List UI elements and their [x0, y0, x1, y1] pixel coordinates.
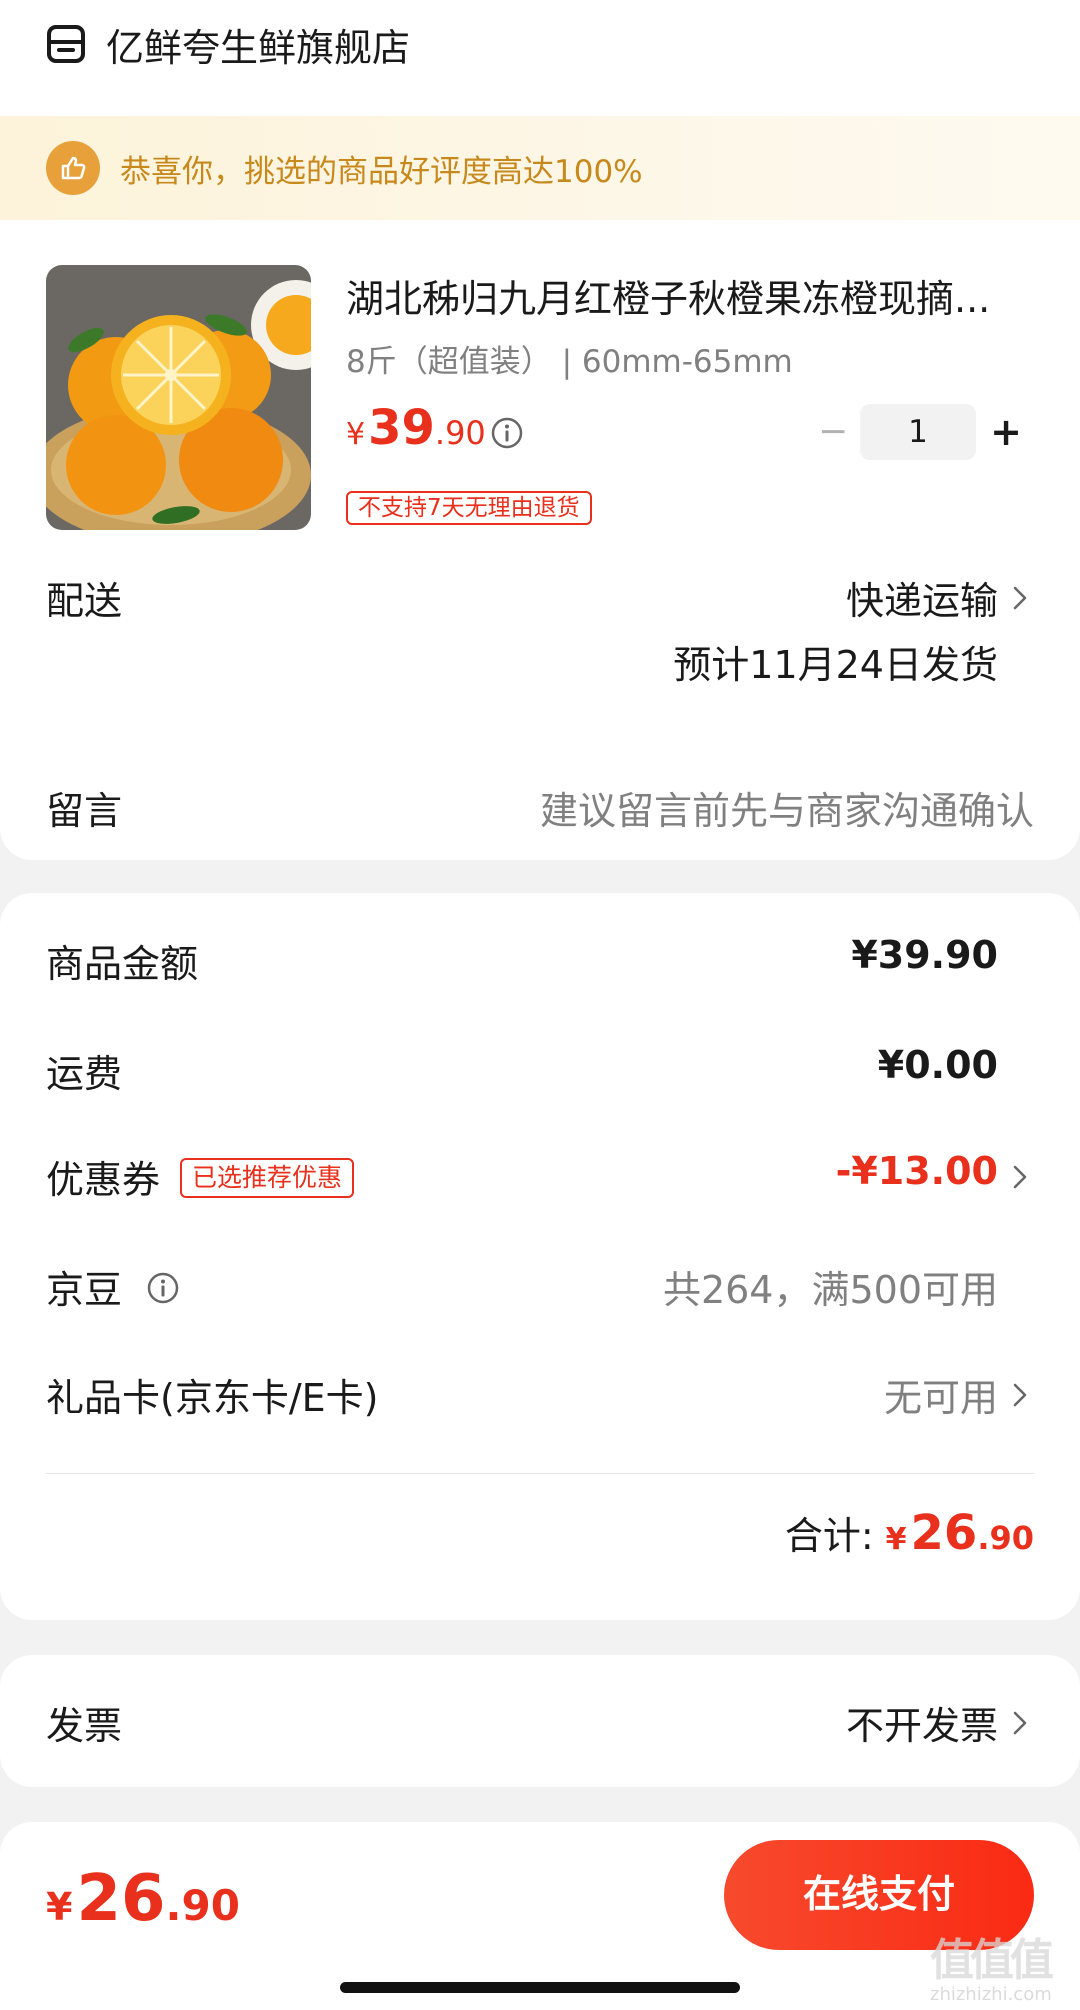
freight-label: 运费: [46, 1052, 123, 1096]
checkout-bar: ¥ 26 .90 在线支付 值值值 zhizhizhi.com: [0, 1822, 1080, 2010]
goods-amount-value: ¥39.90: [851, 933, 998, 977]
price-integer: 39: [368, 400, 435, 456]
price-currency: ¥: [346, 417, 366, 452]
payable-total: ¥ 26 .90: [46, 1862, 240, 1936]
quantity-input[interactable]: 1: [860, 404, 976, 460]
freight-value: ¥0.00: [877, 1043, 998, 1087]
total-currency: ¥: [885, 1522, 907, 1557]
no-return-tag: 不支持7天无理由退货: [346, 491, 592, 525]
store-header[interactable]: 亿鲜夸生鲜旗舰店: [46, 14, 410, 74]
product-image[interactable]: [46, 265, 311, 530]
message-label: 留言: [46, 789, 123, 833]
product-price: ¥ 39 .90: [346, 400, 486, 456]
price-info-icon[interactable]: [490, 416, 524, 450]
store-name: 亿鲜夸生鲜旗舰店: [106, 25, 411, 70]
delivery-method[interactable]: 快递运输: [846, 570, 998, 625]
chevron-right-icon[interactable]: [1010, 583, 1030, 613]
price-decimal: .90: [434, 414, 486, 452]
praise-text: 恭喜你，挑选的商品好评度高达100%: [120, 153, 643, 190]
watermark-url: zhizhizhi.com: [930, 1984, 1052, 2005]
order-total: 合计: ¥ 26 .90: [785, 1505, 1034, 1561]
chevron-right-icon[interactable]: [1010, 1162, 1030, 1192]
home-indicator[interactable]: [340, 1982, 740, 1993]
invoice-value[interactable]: 不开发票: [846, 1695, 998, 1750]
beans-info-icon[interactable]: [146, 1271, 180, 1305]
amount-card: 商品金额 ¥39.90 运费 ¥0.00 优惠券 已选推荐优惠 -¥13.00 …: [0, 893, 1080, 1620]
giftcard-value[interactable]: 无可用: [884, 1367, 998, 1422]
chevron-right-icon[interactable]: [1010, 1708, 1030, 1738]
total-decimal: .90: [977, 1519, 1034, 1557]
quantity-increase-button[interactable]: +: [990, 410, 1022, 454]
store-icon: [47, 25, 85, 63]
watermark: 值值值 zhizhizhi.com: [930, 1924, 1070, 2005]
watermark-logo: 值值值: [930, 1935, 1054, 1986]
chevron-right-icon[interactable]: [1010, 1380, 1030, 1410]
beans-label: 京豆: [46, 1268, 123, 1312]
quantity-decrease-button[interactable]: −: [818, 410, 848, 454]
beans-value: 共264，满500可用: [662, 1268, 998, 1312]
product-title[interactable]: 湖北秭归九月红橙子秋橙果冻橙现摘...: [346, 268, 1036, 323]
thumbs-up-icon: [46, 141, 100, 195]
delivery-label: 配送: [46, 579, 123, 623]
total-label: 合计:: [784, 1514, 874, 1558]
coupon-value[interactable]: -¥13.00: [836, 1149, 998, 1193]
coupon-tag: 已选推荐优惠: [180, 1158, 355, 1198]
payable-integer: 26: [76, 1862, 166, 1936]
product-spec[interactable]: 8斤（超值装） | 60mm-65mm: [346, 336, 793, 381]
payable-decimal: .90: [165, 1881, 240, 1930]
invoice-label: 发票: [46, 1704, 123, 1748]
coupon-label: 优惠券: [46, 1158, 161, 1202]
divider: [46, 1473, 1034, 1474]
praise-banner: 恭喜你，挑选的商品好评度高达100%: [0, 116, 1080, 220]
invoice-card[interactable]: 发票 不开发票: [0, 1655, 1080, 1787]
total-integer: 26: [910, 1505, 978, 1561]
giftcard-label: 礼品卡(京东卡/E卡): [46, 1376, 379, 1420]
goods-amount-label: 商品金额: [46, 942, 199, 986]
payable-currency: ¥: [46, 1885, 73, 1929]
message-input[interactable]: 建议留言前先与商家沟通确认: [540, 780, 1034, 835]
ship-date: 预计11月24日发货: [673, 643, 998, 687]
store-card: 亿鲜夸生鲜旗舰店 恭喜你，挑选的商品好评度高达100% 湖北秭归九月红橙子秋橙果…: [0, 0, 1080, 860]
